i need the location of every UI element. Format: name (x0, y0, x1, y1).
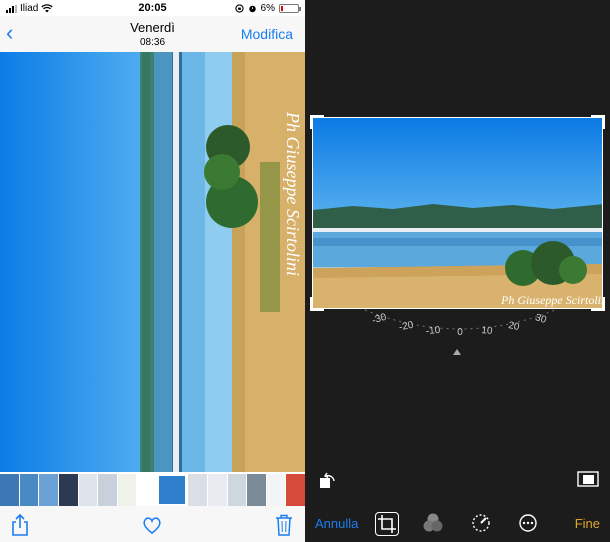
adjust-icon[interactable] (470, 512, 494, 536)
edit-toolbar: Annulla Fine (305, 510, 610, 540)
dial-tick-label: 30 (534, 312, 548, 326)
thumbnail-strip (0, 474, 305, 506)
alarm-icon (248, 5, 256, 13)
battery-percent: 6% (260, 3, 275, 14)
thumbnail[interactable] (0, 474, 19, 506)
orientation-lock-icon (234, 4, 244, 13)
dial-indicator (453, 349, 461, 355)
rotated-lake-photo: Ph Giuseppe Scirtolini (0, 52, 305, 472)
thumbnail[interactable] (247, 474, 266, 506)
share-icon[interactable] (8, 513, 32, 537)
thumbnail[interactable] (78, 474, 98, 506)
dial-tick-label: -10 (425, 325, 441, 337)
straighten-dial[interactable]: -30 -20 -10 0 10 20 30 (355, 300, 565, 360)
edit-button[interactable]: Modifica (241, 26, 293, 42)
aspect-ratio-icon[interactable] (577, 470, 599, 488)
dial-tick-label: 0 (457, 327, 463, 338)
thumbnail[interactable] (266, 474, 286, 506)
thumbnail[interactable] (117, 474, 137, 506)
trash-icon[interactable] (272, 513, 296, 537)
photo-viewer: Iliad 20:05 6% ‹ Venerdì 08:36 Modifica (0, 0, 305, 542)
more-icon[interactable] (517, 512, 541, 536)
thumbnail[interactable] (19, 474, 39, 506)
crop-icon[interactable] (375, 512, 399, 536)
rotate-icon[interactable] (318, 470, 338, 490)
photo-toolbar (0, 506, 305, 542)
photo-image[interactable]: Ph Giuseppe Scirtolini (0, 52, 305, 472)
dial-tick-label: -20 (398, 320, 415, 334)
thumbnail[interactable] (58, 474, 78, 506)
done-button[interactable]: Fine (575, 516, 600, 531)
heart-icon[interactable] (140, 513, 164, 537)
thumbnail[interactable] (98, 474, 117, 506)
lake-photo: Ph Giuseppe Scirtolini (313, 118, 602, 308)
crop-handle-bottom-right[interactable] (591, 297, 605, 311)
photo-watermark: Ph Giuseppe Scirtolini (283, 111, 303, 276)
crop-canvas[interactable]: Ph Giuseppe Scirtolini (312, 117, 603, 309)
thumbnail[interactable] (286, 474, 305, 506)
status-bar: Iliad 20:05 6% (0, 0, 305, 16)
nav-bar: ‹ Venerdì 08:36 Modifica (0, 16, 305, 52)
crop-handle-top-right[interactable] (591, 115, 605, 129)
thumbnail[interactable] (39, 474, 58, 506)
thumbnail-selected[interactable] (157, 474, 188, 506)
thumbnail[interactable] (188, 474, 207, 506)
thumbnail[interactable] (137, 474, 157, 506)
battery-icon (279, 4, 301, 13)
thumbnail[interactable] (207, 474, 227, 506)
thumbnail[interactable] (227, 474, 247, 506)
crop-handle-bottom-left[interactable] (310, 297, 324, 311)
status-indicators: 6% (234, 3, 301, 14)
crop-handle-top-left[interactable] (310, 115, 324, 129)
dial-tick-label: 10 (481, 325, 494, 337)
dial-tick-label: -30 (371, 312, 388, 327)
dial-tick-label: 20 (507, 320, 520, 333)
cancel-button[interactable]: Annulla (315, 516, 358, 531)
filters-icon[interactable] (422, 512, 446, 536)
